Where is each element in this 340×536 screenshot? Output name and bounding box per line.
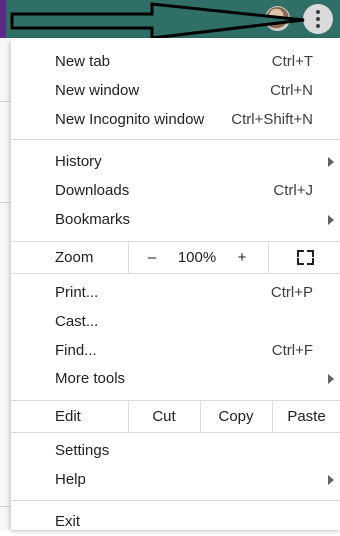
menu-divider [11, 273, 340, 274]
menu-item-label: Cast... [55, 313, 99, 330]
menu-item-downloads[interactable]: Downloads Ctrl+J [11, 176, 340, 205]
zoom-in-button[interactable]: + [231, 242, 253, 273]
paste-button[interactable]: Paste [273, 401, 340, 432]
menu-item-label: New window [55, 82, 140, 99]
menu-item-bookmarks[interactable]: Bookmarks [11, 205, 340, 234]
menu-item-more-tools[interactable]: More tools [11, 364, 340, 393]
menu-item-label: New Incognito window [55, 111, 205, 128]
menu-item-label: Bookmarks [55, 211, 131, 228]
zoom-level: 100% [177, 249, 217, 266]
zoom-row: Zoom – 100% + [11, 242, 340, 273]
menu-item-label: Print... [55, 284, 99, 301]
chevron-right-icon [328, 475, 334, 485]
menu-item-cast[interactable]: Cast... [11, 307, 340, 336]
page-background [0, 38, 10, 530]
menu-item-label: History [55, 153, 102, 170]
menu-item-print[interactable]: Print... Ctrl+P [11, 278, 340, 307]
menu-item-shortcut: Ctrl+Shift+N [231, 111, 313, 128]
edit-label: Edit [55, 408, 81, 425]
copy-button[interactable]: Copy [201, 401, 271, 432]
menu-item-shortcut: Ctrl+P [270, 284, 313, 301]
menu-item-history[interactable]: History [11, 147, 340, 176]
menu-item-shortcut: Ctrl+T [271, 53, 313, 70]
menu-item-label: Downloads [55, 182, 130, 199]
chevron-right-icon [328, 215, 334, 225]
menu-divider [11, 139, 340, 140]
cut-button[interactable]: Cut [129, 401, 199, 432]
menu-item-shortcut: Ctrl+N [270, 82, 313, 99]
menu-item-new-tab[interactable]: New tab Ctrl+T [11, 47, 340, 76]
menu-item-settings[interactable]: Settings [11, 436, 340, 465]
menu-item-label: Help [55, 471, 86, 488]
menu-item-label: Settings [55, 442, 110, 459]
menu-item-exit[interactable]: Exit [11, 507, 340, 536]
menu-item-label: More tools [55, 370, 126, 387]
chrome-main-menu: New tab Ctrl+T New window Ctrl+N New Inc… [11, 38, 340, 530]
chevron-right-icon [328, 157, 334, 167]
menu-divider [11, 432, 340, 433]
menu-item-new-incognito-window[interactable]: New Incognito window Ctrl+Shift+N [11, 105, 340, 134]
zoom-label: Zoom [55, 249, 94, 266]
menu-item-new-window[interactable]: New window Ctrl+N [11, 76, 340, 105]
chevron-right-icon [328, 374, 334, 384]
fullscreen-icon[interactable] [297, 250, 314, 265]
edit-row: Edit Cut Copy Paste [11, 401, 340, 432]
zoom-out-button[interactable]: – [142, 242, 162, 273]
menu-item-label: New tab [55, 53, 111, 70]
menu-item-help[interactable]: Help [11, 465, 340, 494]
menu-divider [11, 500, 340, 501]
toolbar-edge [0, 0, 6, 38]
menu-item-shortcut: Ctrl+F [271, 342, 313, 359]
menu-item-find[interactable]: Find... Ctrl+F [11, 336, 340, 365]
menu-item-label: Exit [55, 513, 81, 530]
menu-item-label: Find... [55, 342, 97, 359]
menu-item-shortcut: Ctrl+J [273, 182, 313, 199]
